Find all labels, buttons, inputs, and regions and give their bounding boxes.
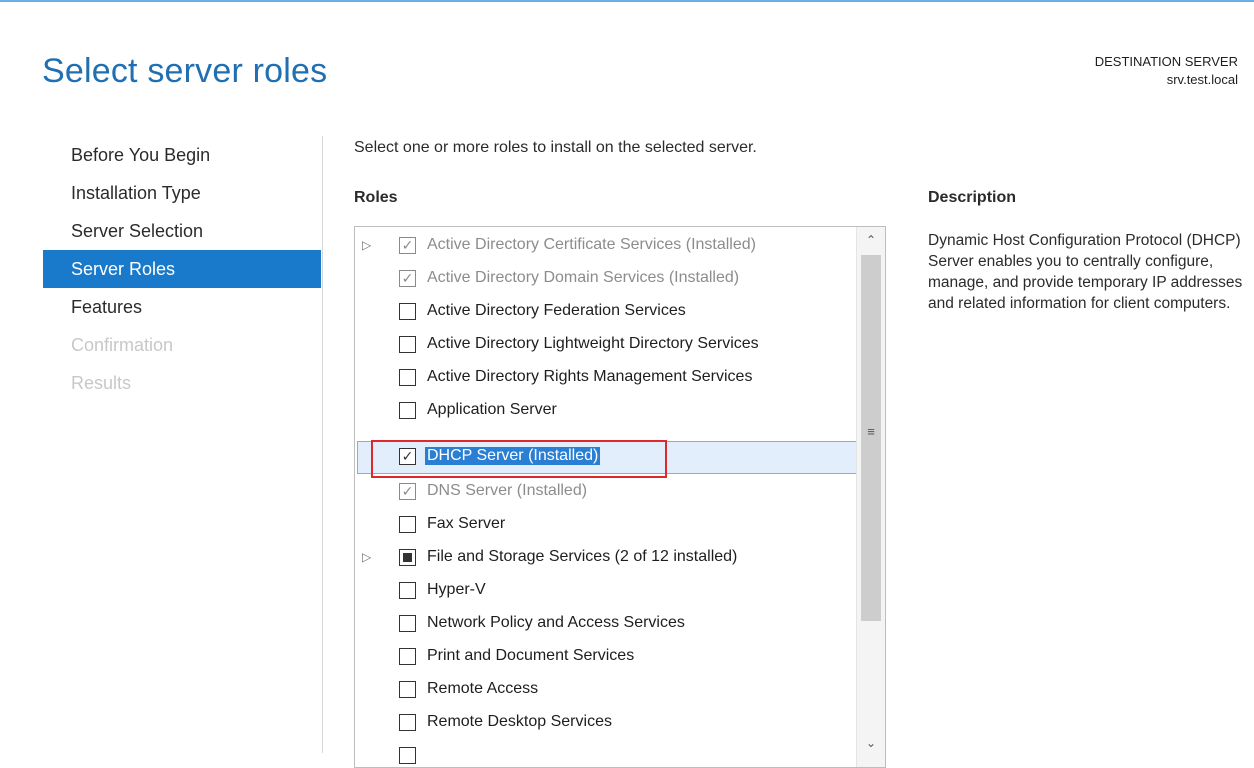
instruction-text: Select one or more roles to install on t… (354, 139, 757, 156)
nav-divider (322, 136, 323, 753)
chevron-right-icon[interactable]: ▷ (362, 550, 371, 564)
highlight-callout (371, 440, 667, 478)
roles-list[interactable]: ▷ ✓ Active Directory Certificate Service… (354, 226, 886, 768)
role-row-fax-server[interactable]: Fax Server (357, 509, 857, 542)
role-label: Remote Access (427, 680, 539, 697)
checkmark-icon: ✓ (401, 483, 414, 499)
nav-item-results: Results (71, 373, 132, 393)
role-row-hyper-v[interactable]: Hyper-V (357, 575, 857, 608)
role-label: Application Server (427, 401, 557, 418)
role-checkbox[interactable] (399, 516, 416, 533)
role-label: Fax Server (427, 515, 506, 532)
role-row-print-and-document-services[interactable]: Print and Document Services (357, 641, 857, 674)
chevron-right-icon[interactable]: ▷ (362, 238, 371, 252)
role-checkbox[interactable] (399, 648, 416, 665)
wizard-nav: Before You Begin Installation Type Serve… (43, 136, 321, 402)
nav-item-before-you-begin[interactable]: Before You Begin (43, 136, 321, 174)
role-row-remote-access[interactable]: Remote Access (357, 674, 857, 707)
page-title: Select server roles (42, 52, 328, 90)
role-checkbox[interactable] (399, 582, 416, 599)
role-checkbox[interactable] (399, 549, 416, 566)
role-label: Print and Document Services (427, 647, 635, 664)
nav-item-confirmation: Confirmation (71, 335, 174, 355)
role-row-file-and-storage-services[interactable]: ▷ File and Storage Services (2 of 12 ins… (357, 542, 857, 575)
role-row-dns-server[interactable]: ✓ DNS Server (Installed) (357, 476, 857, 509)
role-label: Network Policy and Access Services (427, 614, 685, 631)
role-checkbox[interactable]: ✓ (399, 483, 416, 500)
role-label: Active Directory Lightweight Directory S… (427, 335, 759, 352)
role-row-ad-domain-services[interactable]: ✓ Active Directory Domain Services (Inst… (357, 263, 857, 296)
role-checkbox[interactable]: ✓ (399, 270, 416, 287)
role-checkbox[interactable] (399, 615, 416, 632)
top-rule (0, 0, 1254, 2)
checkmark-icon: ✓ (401, 270, 414, 286)
role-checkbox[interactable] (399, 681, 416, 698)
role-label: Active Directory Federation Services (427, 302, 686, 319)
nav-item-server-selection[interactable]: Server Selection (43, 212, 321, 250)
roles-scrollbar[interactable]: ⌃ ≡ ⌄ (856, 227, 885, 767)
nav-item-installation-type[interactable]: Installation Type (43, 174, 321, 212)
role-row-ad-federation-services[interactable]: Active Directory Federation Services (357, 296, 857, 329)
role-checkbox[interactable] (399, 369, 416, 386)
role-row-ad-certificate-services[interactable]: ▷ ✓ Active Directory Certificate Service… (357, 230, 857, 263)
role-label: DNS Server (Installed) (427, 482, 588, 499)
nav-item-server-roles[interactable]: Server Roles (43, 250, 321, 288)
chevron-up-icon[interactable]: ⌃ (857, 229, 885, 251)
role-checkbox[interactable] (399, 747, 416, 764)
nav-item-features[interactable]: Features (43, 288, 321, 326)
destination-server-label: DESTINATION SERVER (1094, 54, 1238, 69)
role-row-application-server[interactable]: Application Server (357, 395, 857, 428)
role-label: Active Directory Certificate Services (I… (427, 236, 756, 253)
role-label: Active Directory Rights Management Servi… (427, 368, 753, 385)
role-row-partial[interactable] (357, 740, 857, 767)
role-label: Remote Desktop Services (427, 713, 612, 730)
destination-server-name: srv.test.local (1166, 72, 1238, 87)
description-text: Dynamic Host Configuration Protocol (DHC… (928, 232, 1243, 312)
role-checkbox[interactable]: ✓ (399, 237, 416, 254)
grip-icon: ≡ (867, 424, 875, 439)
role-row-ad-rights-management-services[interactable]: Active Directory Rights Management Servi… (357, 362, 857, 395)
chevron-down-icon[interactable]: ⌄ (857, 732, 885, 754)
role-label: Hyper-V (427, 581, 486, 598)
role-row-remote-desktop-services[interactable]: Remote Desktop Services (357, 707, 857, 740)
roles-heading: Roles (354, 189, 398, 206)
scroll-thumb[interactable]: ≡ (861, 255, 881, 621)
role-checkbox[interactable] (399, 303, 416, 320)
role-checkbox[interactable] (399, 714, 416, 731)
description-heading: Description (928, 189, 1017, 206)
role-label: Active Directory Domain Services (Instal… (427, 269, 740, 286)
role-row-ad-lightweight-directory-services[interactable]: Active Directory Lightweight Directory S… (357, 329, 857, 362)
checkmark-icon: ✓ (401, 237, 414, 253)
role-label: File and Storage Services (2 of 12 insta… (427, 548, 738, 565)
role-checkbox[interactable] (399, 402, 416, 419)
role-checkbox[interactable] (399, 336, 416, 353)
role-row-network-policy-and-access-services[interactable]: Network Policy and Access Services (357, 608, 857, 641)
